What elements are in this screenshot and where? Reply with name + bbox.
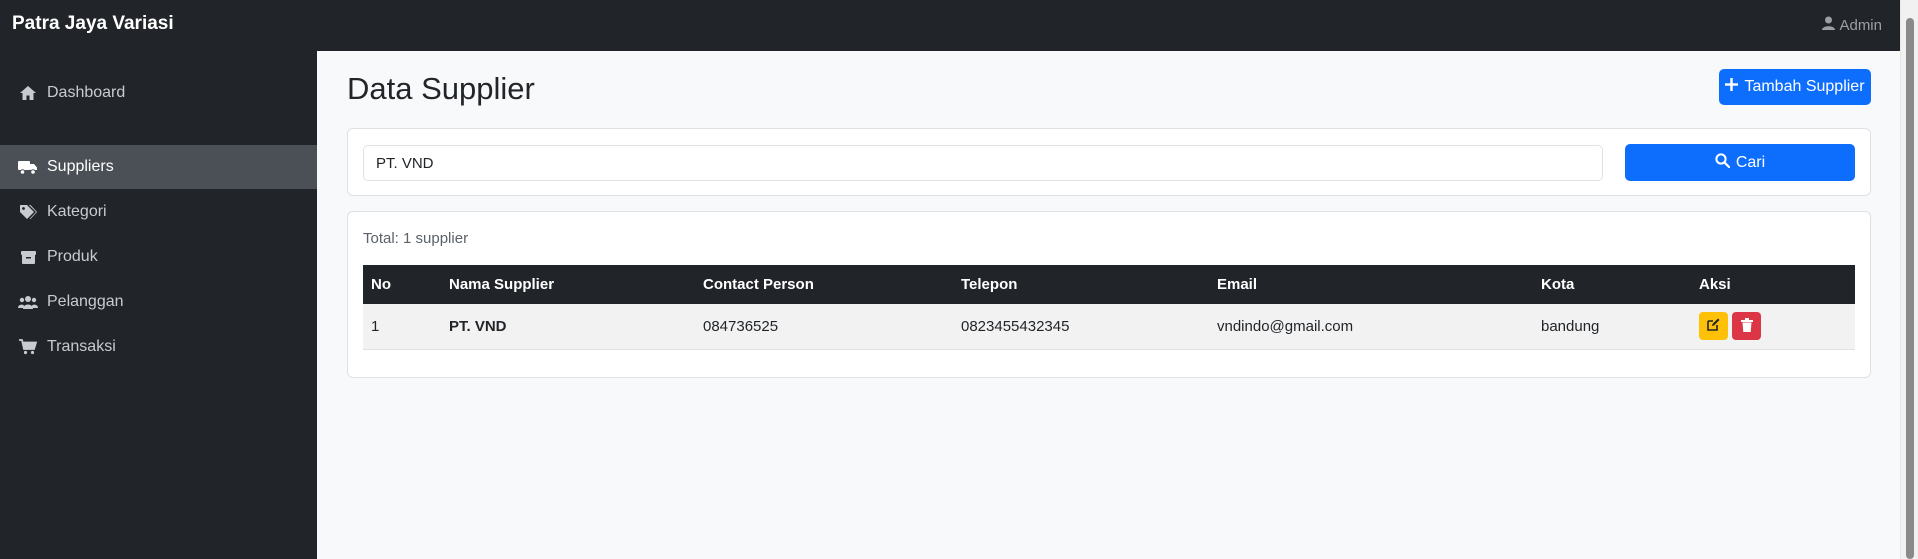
search-button-label: Cari [1735, 153, 1766, 171]
brand-logo[interactable]: Patra Jaya Variasi [12, 13, 174, 35]
sidebar-item-label: Pelanggan [47, 293, 124, 310]
user-name: Admin [1839, 16, 1882, 34]
add-supplier-label: Tambah Supplier [1744, 78, 1865, 95]
cell-telepon: 0823455432345 [961, 317, 1070, 335]
col-header-email: Email [1217, 276, 1258, 293]
col-header-kota: Kota [1541, 276, 1575, 293]
search-input[interactable] [363, 145, 1603, 181]
table-header-row: No Nama Supplier Contact Person Telepon … [363, 265, 1855, 304]
edit-icon [1707, 318, 1720, 334]
scrollbar-thumb[interactable] [1906, 18, 1914, 559]
sidebar-item-label: Dashboard [47, 84, 126, 101]
table-row: 1 PT. VND 084736525 0823455432345 vndind… [363, 304, 1855, 349]
plus-icon [1725, 78, 1739, 96]
top-navbar: Patra Jaya Variasi Admin [0, 0, 1918, 51]
page-title: Data Supplier [347, 71, 535, 106]
search-card: Cari [347, 128, 1871, 196]
sidebar-item-label: Transaksi [47, 338, 116, 355]
col-header-telepon: Telepon [961, 276, 1018, 293]
search-icon [1715, 152, 1730, 173]
cell-aksi [1691, 304, 1855, 349]
truck-icon [18, 157, 38, 177]
sidebar-item-transaksi[interactable]: Transaksi [0, 325, 317, 369]
sidebar-item-kategori[interactable]: Kategori [0, 190, 317, 234]
sidebar-item-pelanggan[interactable]: Pelanggan [0, 280, 317, 324]
trash-icon [1740, 317, 1753, 335]
col-header-no: No [371, 276, 391, 293]
delete-button[interactable] [1732, 312, 1761, 341]
sidebar-item-produk[interactable]: Produk [0, 235, 317, 279]
supplier-table-card: Total: 1 supplier No Nama Supplier Conta… [347, 211, 1871, 378]
search-button[interactable]: Cari [1625, 144, 1855, 181]
page-scrollbar[interactable] [1900, 0, 1918, 559]
sidebar-item-label: Suppliers [47, 158, 114, 175]
sidebar-item-suppliers[interactable]: Suppliers [0, 145, 317, 189]
cart-icon [18, 337, 38, 357]
cell-kota: bandung [1541, 317, 1600, 335]
cell-no: 1 [371, 317, 380, 335]
edit-button[interactable] [1699, 312, 1728, 341]
user-icon [1822, 16, 1836, 34]
cell-nama-supplier: PT. VND [449, 317, 507, 335]
tags-icon [18, 202, 38, 222]
sidebar-item-label: Kategori [47, 203, 107, 220]
sidebar: Dashboard Suppliers Kategori Produk Pela… [0, 51, 317, 559]
col-header-nama-supplier: Nama Supplier [449, 276, 555, 293]
cell-contact-person: 084736525 [703, 317, 779, 335]
box-icon [18, 247, 38, 267]
home-icon [18, 83, 38, 103]
cell-email: vndindo@gmail.com [1217, 317, 1354, 335]
users-icon [18, 292, 38, 312]
supplier-table: No Nama Supplier Contact Person Telepon … [363, 265, 1855, 350]
total-count: Total: 1 supplier [363, 230, 469, 247]
col-header-aksi: Aksi [1699, 276, 1731, 293]
sidebar-item-dashboard[interactable]: Dashboard [0, 71, 317, 115]
user-menu[interactable]: Admin [1822, 16, 1882, 34]
add-supplier-button[interactable]: Tambah Supplier [1719, 69, 1871, 105]
sidebar-item-label: Produk [47, 248, 98, 265]
col-header-contact-person: Contact Person [703, 276, 814, 293]
main-content: Data Supplier Tambah Supplier Cari Total… [317, 51, 1900, 559]
